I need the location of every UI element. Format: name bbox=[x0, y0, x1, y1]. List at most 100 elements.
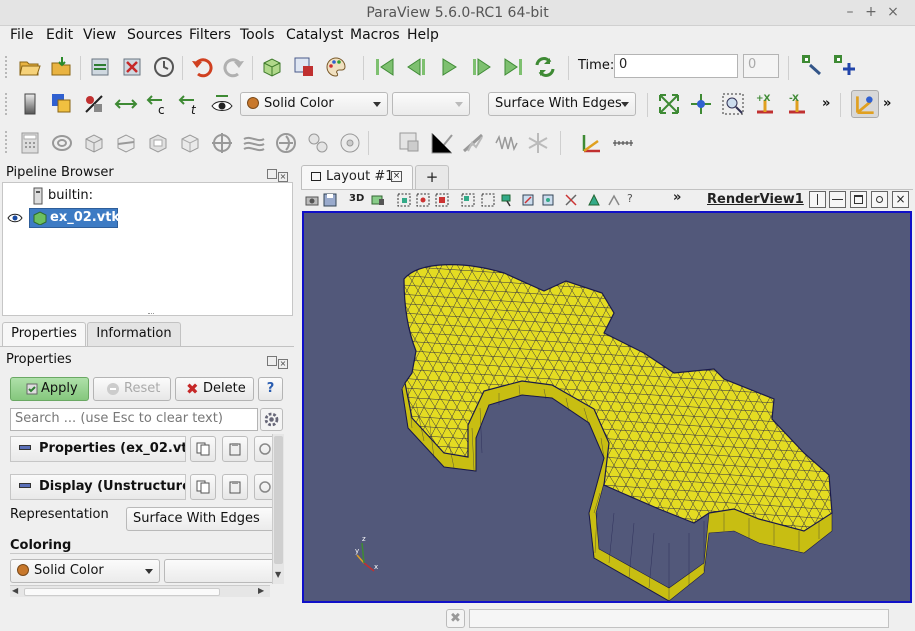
loop-icon[interactable] bbox=[533, 55, 557, 79]
properties-horizontal-scrollbar[interactable]: ◀ ▶ bbox=[10, 585, 270, 597]
threshold-icon[interactable] bbox=[146, 131, 170, 155]
extract-selection-icon[interactable] bbox=[398, 131, 422, 155]
restore-display-defaults-button[interactable] bbox=[254, 474, 272, 500]
open-file-icon[interactable] bbox=[18, 55, 42, 79]
find-data-icon[interactable] bbox=[292, 55, 316, 79]
help-button[interactable]: ? bbox=[258, 377, 283, 401]
mesh-3d-object[interactable]: x y z bbox=[304, 213, 910, 601]
advanced-gear-icon[interactable] bbox=[260, 408, 283, 431]
save-state-icon[interactable] bbox=[323, 193, 337, 207]
tab-layout-1[interactable]: Layout #1 × bbox=[301, 165, 413, 189]
undock-icon[interactable] bbox=[267, 356, 277, 366]
select-cells-through-icon[interactable] bbox=[435, 193, 449, 207]
contour-icon[interactable] bbox=[50, 131, 74, 155]
splitter-handle[interactable] bbox=[148, 313, 154, 316]
visibility-eye-icon[interactable] bbox=[210, 92, 234, 116]
pipeline-item-builtin[interactable]: builtin: bbox=[48, 188, 93, 203]
color-by-combobox[interactable]: Solid Color bbox=[240, 92, 388, 116]
edit-python-icon[interactable] bbox=[800, 53, 824, 77]
render-view[interactable]: x y z bbox=[302, 211, 912, 603]
hover-cells-icon[interactable] bbox=[564, 193, 578, 207]
menu-macros[interactable]: Macros bbox=[350, 27, 400, 43]
toggle-3d-button[interactable]: 3D bbox=[349, 193, 364, 204]
menu-file[interactable]: File bbox=[10, 27, 33, 43]
zoom-to-data-icon[interactable] bbox=[689, 92, 713, 116]
play-icon[interactable] bbox=[437, 55, 461, 79]
maximize-button[interactable]: + bbox=[862, 3, 880, 21]
menu-sources[interactable]: Sources bbox=[127, 27, 182, 43]
undo-icon[interactable] bbox=[190, 55, 214, 79]
display-section-header[interactable]: Display (UnstructuredGridRepresentation) bbox=[10, 474, 186, 500]
coloring-select[interactable]: Solid Color bbox=[10, 559, 160, 583]
coloring-component-select[interactable] bbox=[164, 559, 272, 583]
close-view-icon[interactable]: × bbox=[892, 191, 909, 208]
delete-button[interactable]: ✖ Delete bbox=[175, 377, 254, 401]
zoom-to-box-icon[interactable] bbox=[721, 92, 745, 116]
add-python-icon[interactable] bbox=[832, 53, 856, 77]
select-blocks-icon[interactable] bbox=[501, 193, 515, 207]
color-palette-icon[interactable] bbox=[324, 55, 348, 79]
representation-select[interactable]: Surface With Edges bbox=[126, 507, 272, 531]
copy-properties-button[interactable] bbox=[190, 436, 216, 462]
representation-combobox[interactable]: Surface With Edges bbox=[488, 92, 636, 116]
reset-camera-arrows-icon[interactable] bbox=[657, 92, 681, 116]
plot-over-time-icon[interactable] bbox=[494, 131, 518, 155]
toolbar-overflow-button[interactable]: » bbox=[822, 96, 830, 111]
toggle-color-legend-icon[interactable] bbox=[18, 92, 42, 116]
tab-information[interactable]: Information bbox=[87, 322, 181, 346]
rescale-custom-range-icon[interactable] bbox=[114, 92, 138, 116]
redo-icon[interactable] bbox=[222, 55, 246, 79]
first-frame-icon[interactable] bbox=[373, 55, 397, 79]
next-frame-icon[interactable] bbox=[469, 55, 493, 79]
paste-properties-button[interactable] bbox=[222, 436, 248, 462]
select-polygon-icon[interactable] bbox=[481, 193, 495, 207]
properties-vertical-scrollbar[interactable]: ▼ bbox=[272, 434, 284, 584]
eye-visibility-icon[interactable] bbox=[7, 213, 23, 223]
extract-subset-icon[interactable] bbox=[178, 131, 202, 155]
tab-properties[interactable]: Properties bbox=[2, 322, 86, 346]
menu-help[interactable]: Help bbox=[407, 27, 439, 43]
select-points-through-icon[interactable] bbox=[461, 193, 475, 207]
reset-range-icon[interactable] bbox=[82, 92, 106, 116]
calculator-icon[interactable] bbox=[18, 131, 42, 155]
horizontal-scrollbar-thumb[interactable] bbox=[24, 588, 220, 596]
scroll-left-icon[interactable]: ◀ bbox=[12, 586, 18, 595]
open-folder-arrow-icon[interactable] bbox=[50, 55, 74, 79]
close-dock-icon[interactable]: × bbox=[278, 359, 288, 369]
center-axes-icon[interactable] bbox=[578, 131, 602, 155]
slice-icon[interactable] bbox=[114, 131, 138, 155]
stream-tracer-icon[interactable] bbox=[242, 131, 266, 155]
warp-by-vector-icon[interactable] bbox=[274, 131, 298, 155]
interactive-select-points-icon[interactable] bbox=[541, 193, 555, 207]
rescale-visible-range-icon[interactable]: c bbox=[146, 92, 170, 116]
group-datasets-icon[interactable] bbox=[306, 131, 330, 155]
previous-frame-icon[interactable] bbox=[405, 55, 429, 79]
paste-display-button[interactable] bbox=[222, 474, 248, 500]
clip-icon[interactable] bbox=[82, 131, 106, 155]
view-toolbar-overflow-button[interactable]: » bbox=[673, 190, 681, 205]
edit-color-map-icon[interactable] bbox=[50, 92, 74, 116]
properties-section-header[interactable]: Properties (ex_02.vtk) bbox=[10, 436, 186, 462]
stop-progress-icon[interactable]: ✖ bbox=[446, 609, 465, 628]
properties-search-input[interactable]: Search ... (use Esc to clear text) bbox=[10, 408, 258, 431]
rescale-temporal-range-icon[interactable]: t bbox=[178, 92, 202, 116]
restore-defaults-button[interactable] bbox=[254, 436, 272, 462]
toolbar-overflow-button[interactable]: » bbox=[883, 96, 891, 111]
reset-camera-icon[interactable] bbox=[260, 55, 284, 79]
vertical-scrollbar-thumb[interactable] bbox=[274, 436, 283, 564]
capture-screenshot-icon[interactable] bbox=[305, 193, 319, 207]
undock-icon[interactable] bbox=[267, 169, 277, 179]
add-layout-tab-button[interactable]: + bbox=[415, 165, 449, 189]
render-view-name[interactable]: RenderView1 bbox=[707, 192, 804, 207]
reset-button[interactable]: Reset bbox=[93, 377, 171, 401]
plot-over-line-icon[interactable] bbox=[430, 131, 454, 155]
component-combobox[interactable] bbox=[392, 92, 470, 116]
minimize-button[interactable]: – bbox=[841, 3, 859, 21]
menu-edit[interactable]: Edit bbox=[46, 27, 73, 43]
apply-button[interactable]: Apply bbox=[10, 377, 89, 401]
extract-level-icon[interactable] bbox=[338, 131, 362, 155]
time-step-spinbox[interactable]: 0 bbox=[743, 54, 779, 78]
plot-selection-icon[interactable] bbox=[462, 131, 486, 155]
menu-view[interactable]: View bbox=[83, 27, 116, 43]
restore-view-icon[interactable] bbox=[871, 191, 888, 208]
